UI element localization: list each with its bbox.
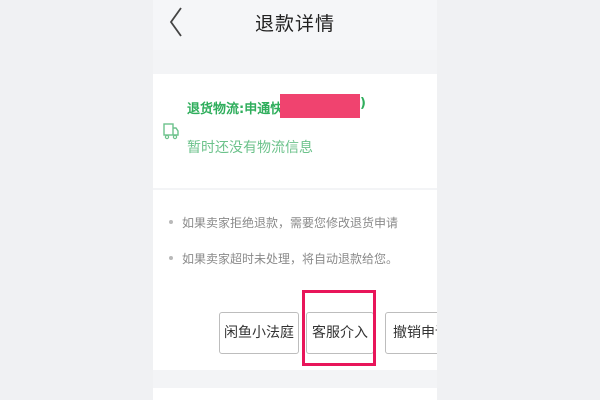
nav-header: 退款详情	[153, 0, 437, 50]
customer-service-button[interactable]: 客服介入	[306, 312, 374, 354]
logistics-card[interactable]: 退货物流:申通快递( ) 暂时还没有物流信息	[153, 74, 437, 188]
logistics-title-close: )	[360, 96, 366, 111]
tip-reject: 如果卖家拒绝退款，需要您修改退货申请	[169, 214, 398, 231]
xianyu-court-button[interactable]: 闲鱼小法庭	[219, 312, 299, 354]
page-title: 退款详情	[254, 13, 335, 35]
cancel-request-button[interactable]: 撤销申请	[385, 312, 437, 354]
bottom-card	[153, 388, 437, 400]
tip-timeout: 如果卖家超时未处理，将自动退款给您。	[169, 250, 398, 267]
redacted-tracking-number	[280, 94, 360, 118]
refund-detail-screen: 退款详情 退货物流:申通快递( ) 暂时还没有物流信息 如果卖家拒绝退款，需要您…	[153, 0, 437, 400]
logistics-status: 暂时还没有物流信息	[187, 140, 313, 156]
truck-icon	[163, 123, 179, 140]
refund-actions-card: 如果卖家拒绝退款，需要您修改退货申请 如果卖家超时未处理，将自动退款给您。 闲鱼…	[153, 190, 437, 370]
